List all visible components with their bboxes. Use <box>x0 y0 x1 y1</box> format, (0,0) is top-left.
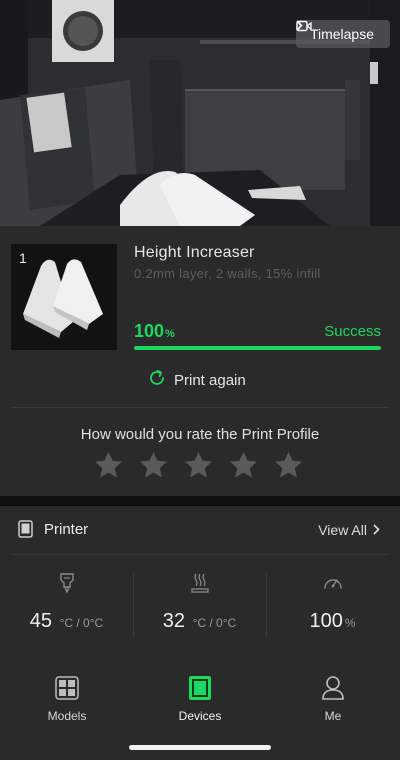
star-rating <box>93 450 304 481</box>
nozzle-temperature[interactable]: 45 °C / 0°C <box>0 572 133 633</box>
star-icon[interactable] <box>93 450 124 481</box>
speed-value: 100 <box>309 610 343 632</box>
refresh-icon <box>148 369 166 391</box>
progress-bar <box>134 346 381 350</box>
nozzle-temp-value: 45 <box>29 610 53 632</box>
print-speed[interactable]: 100% <box>266 572 399 633</box>
tab-models[interactable]: Models <box>17 673 117 723</box>
job-name: Height Increaser <box>134 244 255 261</box>
star-icon[interactable] <box>183 450 214 481</box>
view-all-label: View All <box>318 522 367 538</box>
rating-prompt: How would you rate the Print Profile <box>80 426 320 443</box>
home-indicator[interactable] <box>129 745 271 750</box>
tab-me-label: Me <box>324 709 342 723</box>
divider <box>11 554 389 555</box>
cube-icon <box>17 673 117 703</box>
speed-unit: % <box>344 616 356 630</box>
star-icon[interactable] <box>228 450 259 481</box>
tab-devices-label: Devices <box>178 709 222 723</box>
nozzle-temp-unit: °C / 0°C <box>59 616 104 630</box>
progress-percent: 100% <box>134 321 175 342</box>
divider <box>11 407 389 408</box>
bed-temp-unit: °C / 0°C <box>192 616 237 630</box>
heatbed-icon <box>133 572 266 596</box>
print-again-label: Print again <box>174 371 246 389</box>
camera-feed[interactable]: Timelapse <box>0 0 400 226</box>
tab-me[interactable]: Me <box>283 673 383 723</box>
star-icon[interactable] <box>138 450 169 481</box>
printer-tab-icon <box>150 673 250 703</box>
bed-temp-value: 32 <box>162 610 186 632</box>
tab-models-label: Models <box>47 709 87 723</box>
timelapse-button[interactable]: Timelapse <box>295 20 390 48</box>
job-settings: 0.2mm layer, 2 walls, 15% infill <box>134 266 321 281</box>
chevron-right-icon <box>373 522 380 538</box>
nozzle-icon <box>0 572 133 596</box>
user-icon <box>283 673 383 703</box>
plate-index: 1 <box>19 250 27 266</box>
bed-temperature[interactable]: 32 °C / 0°C <box>133 572 266 633</box>
model-thumbnail[interactable]: 1 <box>11 244 117 350</box>
progress-unit: % <box>165 328 175 340</box>
star-icon[interactable] <box>273 450 304 481</box>
printer-title: Printer <box>44 521 89 538</box>
job-status: Success <box>324 323 381 340</box>
printer-panel: Printer View All 45 °C / 0°C 32 °C / 0°C… <box>0 506 400 659</box>
view-all-button[interactable]: View All <box>318 522 380 538</box>
progress-value: 100 <box>134 321 165 341</box>
printer-device-icon <box>18 520 33 543</box>
timelapse-label: Timelapse <box>309 26 374 42</box>
tab-devices[interactable]: Devices <box>150 673 250 723</box>
speedometer-icon <box>266 572 399 596</box>
print-job-card: 1 Height Increaser 0.2mm layer, 2 walls,… <box>0 226 400 496</box>
print-again-button[interactable]: Print again <box>148 369 246 391</box>
progress-bar-fill <box>134 346 381 350</box>
